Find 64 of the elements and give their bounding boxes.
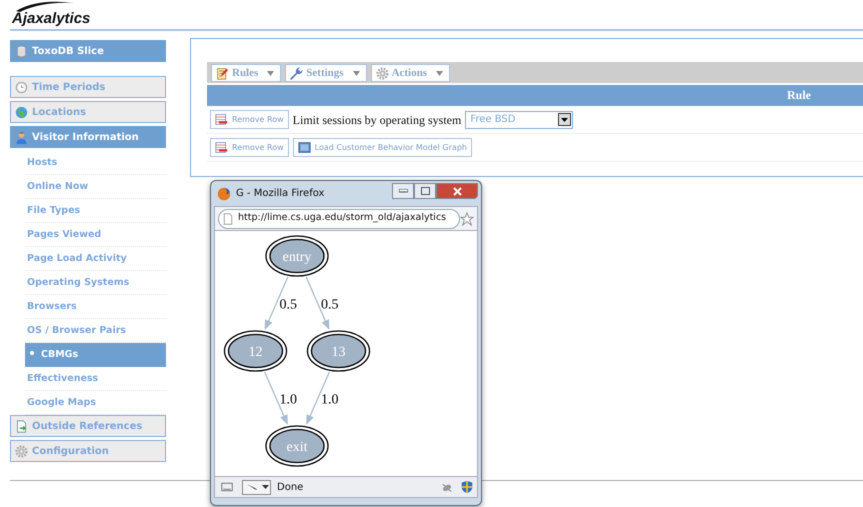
sidebar-item[interactable]: Operating Systems <box>25 271 166 295</box>
sidebar-item[interactable]: Effectiveness <box>25 367 166 391</box>
graph-node: 12 <box>224 330 288 372</box>
window-title: G - Mozilla Firefox <box>236 187 324 201</box>
gear-icon <box>15 444 28 458</box>
remove-row-icon <box>215 141 228 154</box>
firefox-icon <box>217 186 231 200</box>
status-text: Done <box>277 480 304 494</box>
sidebar-section[interactable]: Outside References <box>10 415 166 437</box>
clock-icon <box>15 80 28 94</box>
sidebar-header[interactable]: ToxoDB Slice <box>10 40 166 62</box>
logo: Ajaxalytics <box>12 0 90 26</box>
sidebar-section[interactable]: Locations <box>10 101 166 123</box>
database-icon <box>15 44 28 58</box>
sidebar-item[interactable]: CBMGs <box>25 343 166 367</box>
remove-row-button[interactable]: Remove Row <box>210 110 289 129</box>
sidebar-item[interactable]: Online Now <box>25 175 166 199</box>
graph-node: 13 <box>306 330 370 372</box>
remove-row-button[interactable]: Remove Row <box>210 138 289 157</box>
caret-icon <box>267 70 274 76</box>
minimize-button[interactable] <box>392 183 414 199</box>
minimize-icon <box>398 189 408 193</box>
globe-icon <box>15 106 28 118</box>
document-icon <box>15 420 28 432</box>
wrench-icon <box>290 66 304 80</box>
sidebar-item[interactable]: Page Load Activity <box>25 247 166 271</box>
column-header: Rule <box>207 85 863 106</box>
maximize-button[interactable] <box>414 183 436 199</box>
menu-button[interactable]: Rules <box>211 64 282 82</box>
address-field[interactable]: http://lime.cs.uga.edu/storm_old/ajaxalytics <box>218 208 460 228</box>
sidebar-item[interactable]: Hosts <box>25 151 166 175</box>
sidebar-item[interactable]: Pages Viewed <box>25 223 166 247</box>
remove-row-icon <box>215 113 228 126</box>
caret-icon <box>436 70 444 76</box>
edge-label: 0.5 <box>280 298 297 312</box>
pen-dropdown[interactable] <box>242 480 271 494</box>
caret-icon <box>261 484 270 490</box>
os-select[interactable]: Free BSD <box>465 110 574 128</box>
dropdown-arrow-icon <box>561 118 568 122</box>
shield-icon <box>460 480 474 494</box>
edge-label: 0.5 <box>321 298 338 312</box>
page-icon <box>222 212 234 226</box>
chart-icon <box>298 141 311 154</box>
graph-node: exit <box>265 425 329 467</box>
menu-button[interactable]: Actions <box>370 64 450 82</box>
person-icon <box>15 130 28 144</box>
edge-label: 1.0 <box>280 392 297 408</box>
sidebar-item[interactable]: Browsers <box>25 295 166 319</box>
star-icon <box>460 212 474 226</box>
sidebar-item[interactable]: File Types <box>25 199 166 223</box>
sidebar-section[interactable]: Configuration <box>10 440 166 462</box>
close-icon <box>452 186 462 196</box>
menu-button[interactable]: Settings <box>285 64 367 82</box>
sidebar-section[interactable]: Visitor Information <box>10 126 166 148</box>
graph-node: entry <box>265 235 329 277</box>
gear-icon <box>376 66 389 80</box>
sidebar-section[interactable]: Time Periods <box>10 76 166 98</box>
rule-label: Limit sessions by operating system <box>292 112 462 128</box>
load-graph-button[interactable]: Load Customer Behavior Model Graph <box>292 138 472 157</box>
close-button[interactable] <box>436 183 478 199</box>
caret-icon <box>352 70 360 76</box>
edge-label: 1.0 <box>321 392 338 408</box>
maximize-icon <box>420 187 430 195</box>
notepad-icon <box>216 66 229 80</box>
